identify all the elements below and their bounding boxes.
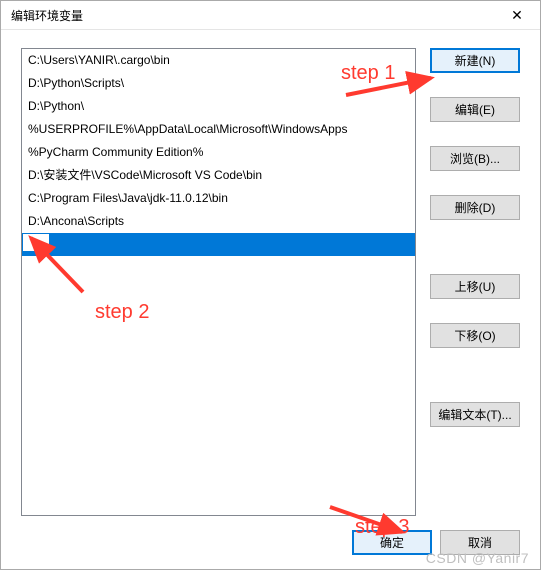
list-item[interactable]: D:\安装文件\VSCode\Microsoft VS Code\bin xyxy=(22,164,415,187)
new-button[interactable]: 新建(N) xyxy=(430,48,520,73)
button-column: 新建(N) 编辑(E) 浏览(B)... 删除(D) 上移(U) 下移(O) 编… xyxy=(430,48,520,516)
delete-button[interactable]: 删除(D) xyxy=(430,195,520,220)
close-icon[interactable]: ✕ xyxy=(496,1,538,29)
path-list[interactable]: C:\Users\YANIR\.cargo\bin D:\Python\Scri… xyxy=(21,48,416,516)
cancel-button[interactable]: 取消 xyxy=(440,530,520,555)
footer: 确定 取消 xyxy=(1,530,540,569)
list-item-editing[interactable] xyxy=(22,233,415,256)
env-var-dialog: 编辑环境变量 ✕ C:\Users\YANIR\.cargo\bin D:\Py… xyxy=(0,0,541,570)
ok-button[interactable]: 确定 xyxy=(352,530,432,555)
list-item[interactable]: D:\Python\Scripts\ xyxy=(22,72,415,95)
titlebar: 编辑环境变量 ✕ xyxy=(1,1,540,30)
edit-button[interactable]: 编辑(E) xyxy=(430,97,520,122)
content-area: C:\Users\YANIR\.cargo\bin D:\Python\Scri… xyxy=(1,30,540,530)
list-item[interactable]: C:\Users\YANIR\.cargo\bin xyxy=(22,49,415,72)
inline-edit-input[interactable] xyxy=(23,234,49,251)
list-item[interactable]: C:\Program Files\Java\jdk-11.0.12\bin xyxy=(22,187,415,210)
edit-text-button[interactable]: 编辑文本(T)... xyxy=(430,402,520,427)
list-item[interactable]: %PyCharm Community Edition% xyxy=(22,141,415,164)
browse-button[interactable]: 浏览(B)... xyxy=(430,146,520,171)
list-item[interactable]: %USERPROFILE%\AppData\Local\Microsoft\Wi… xyxy=(22,118,415,141)
list-item[interactable]: D:\Python\ xyxy=(22,95,415,118)
dialog-title: 编辑环境变量 xyxy=(11,7,83,24)
move-down-button[interactable]: 下移(O) xyxy=(430,323,520,348)
move-up-button[interactable]: 上移(U) xyxy=(430,274,520,299)
list-item[interactable]: D:\Ancona\Scripts xyxy=(22,210,415,233)
